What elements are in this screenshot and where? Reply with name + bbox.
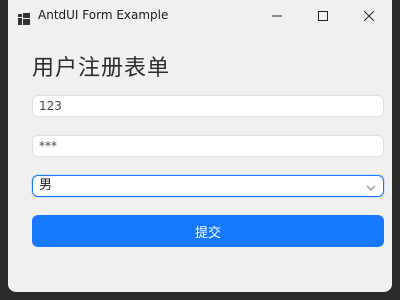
maximize-button[interactable] xyxy=(300,0,346,32)
app-window: AntdUI Form Example 用户注册表单 123 *** 男 提交 xyxy=(8,0,392,292)
form-title: 用户注册表单 xyxy=(32,56,171,81)
gender-selected-value: 男 xyxy=(39,178,53,193)
close-icon xyxy=(364,11,374,21)
close-button[interactable] xyxy=(346,0,392,32)
maximize-icon xyxy=(318,11,328,21)
window-title: AntdUI Form Example xyxy=(38,8,169,22)
username-value: 123 xyxy=(39,99,62,113)
app-icon xyxy=(18,10,30,25)
password-value: *** xyxy=(39,139,57,153)
minimize-icon xyxy=(272,11,282,21)
username-input[interactable]: 123 xyxy=(32,95,384,117)
password-input[interactable]: *** xyxy=(32,135,384,157)
submit-button[interactable]: 提交 xyxy=(32,215,384,247)
chevron-down-icon xyxy=(365,181,377,193)
submit-label: 提交 xyxy=(194,225,221,241)
gender-select[interactable]: 男 xyxy=(32,175,384,197)
title-bar[interactable]: AntdUI Form Example xyxy=(8,0,392,32)
minimize-button[interactable] xyxy=(254,0,300,32)
